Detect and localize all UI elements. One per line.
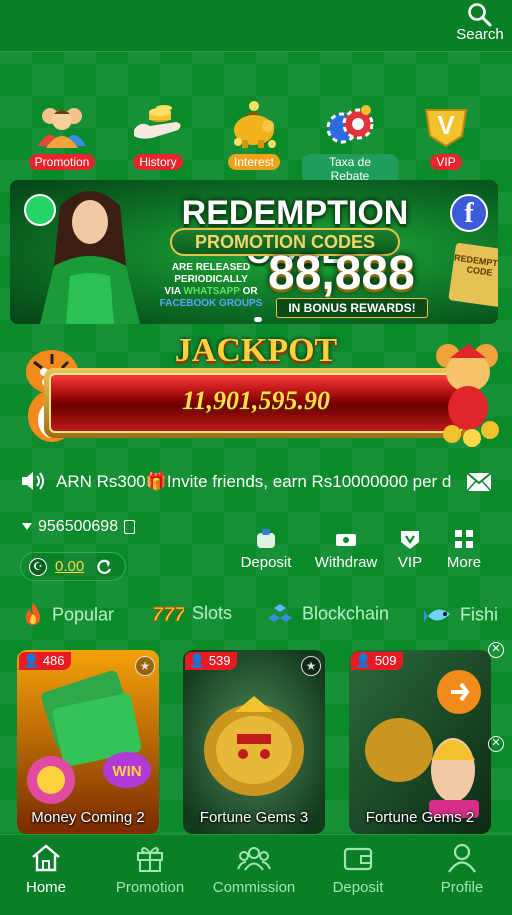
tab-blockchain[interactable]: Blockchain <box>266 602 389 632</box>
wallet-actions: Deposit Withdraw VIP More <box>232 528 512 578</box>
fire-icon <box>26 603 40 625</box>
close-icon[interactable]: ✕ <box>488 736 504 752</box>
chevron-down-icon <box>22 523 32 531</box>
favorite-star-icon[interactable]: ★ <box>135 656 155 676</box>
group-icon <box>237 847 271 871</box>
grid-icon <box>455 530 473 548</box>
close-icon[interactable]: ✕ <box>488 642 504 658</box>
action-label: VIP <box>397 554 423 571</box>
coins-hand-icon <box>134 105 181 139</box>
balance-pill: ☪ 0.00 <box>20 552 126 581</box>
user-icon: 👤 <box>23 653 40 668</box>
banner-description: ARE RELEASED PERIODICALLY VIA WHATSAPP O… <box>159 262 263 309</box>
quick-item-promotion[interactable]: Promotion <box>14 100 110 171</box>
player-count-badge: 👤 539 <box>185 652 237 670</box>
redemption-code-card: REDEMPTION CODE <box>448 242 498 308</box>
chips-icon <box>326 105 374 144</box>
tab-slots[interactable]: 777 Slots <box>152 602 232 632</box>
user-icon: 👤 <box>355 653 372 668</box>
currency-flag-icon: ☪ <box>29 558 47 576</box>
games-grid: WIN 👤 486 ★ Money Coming 2 👤 539 ★ Fortu… <box>0 642 512 834</box>
player-count-badge: 👤 509 <box>351 652 403 670</box>
top-bar: Search <box>0 0 512 52</box>
action-label: More <box>446 554 482 571</box>
action-label: Deposit <box>240 554 292 571</box>
wallet-icon <box>343 847 373 871</box>
announcement-marquee: ARN Rs300🎁Invite friends, earn Rs1000000… <box>0 462 512 502</box>
jackpot-panel: JACKPOT 11,901,595.90 <box>0 330 512 450</box>
speaker-icon <box>22 472 44 490</box>
banner-amount: 88,888 <box>268 247 415 300</box>
search-label: Search <box>456 26 504 43</box>
quick-item-interest[interactable]: Interest <box>206 100 302 171</box>
quick-item-label: Promotion <box>28 154 96 170</box>
nav-promotion[interactable]: Promotion <box>100 843 200 896</box>
cash-icon <box>336 534 356 546</box>
game-card[interactable]: WIN 👤 486 ★ Money Coming 2 <box>17 650 159 834</box>
game-name: Fortune Gems 3 <box>199 809 309 826</box>
vip-button[interactable]: VIP <box>390 528 430 571</box>
user-icon: 👤 <box>189 653 206 668</box>
quick-item-label: Interest <box>227 154 281 170</box>
nav-deposit[interactable]: Deposit <box>308 843 408 896</box>
svg-text:WIN: WIN <box>112 763 141 780</box>
jackpot-frame: 11,901,595.90 <box>44 368 468 438</box>
mouse-mascot-image <box>436 344 499 447</box>
deposit-button[interactable]: Deposit <box>232 528 300 571</box>
nav-home[interactable]: Home <box>0 843 96 896</box>
refresh-icon[interactable] <box>95 558 113 576</box>
withdraw-button[interactable]: Withdraw <box>310 528 382 571</box>
jackpot-title: JACKPOT <box>174 332 338 369</box>
wallet-icon <box>257 529 275 548</box>
jackpot-amount: 11,901,595.90 <box>49 373 463 433</box>
home-icon <box>32 844 60 872</box>
blocks-icon <box>268 604 292 622</box>
player-count-badge: 👤 486 <box>19 652 71 670</box>
quick-item-vip[interactable]: V VIP <box>398 100 494 171</box>
quick-item-rebate[interactable]: Taxa de Rebate <box>302 100 398 185</box>
mail-icon[interactable] <box>466 472 492 492</box>
tab-fishing[interactable]: Fishi <box>424 602 498 632</box>
bottom-navigation: Home Promotion Commission Deposit Profil… <box>0 834 512 915</box>
svg-text:V: V <box>437 110 455 140</box>
action-label: Withdraw <box>314 554 378 571</box>
account-id-row[interactable]: 956500698 <box>22 518 136 536</box>
marquee-text: ARN Rs300🎁Invite friends, earn Rs1000000… <box>56 472 452 491</box>
quick-menu: Promotion History Interest Taxa de Rebat… <box>0 100 512 184</box>
game-name: Money Coming 2 <box>31 809 145 826</box>
game-thumbnail: WIN <box>17 650 159 834</box>
facebook-icon: f <box>450 194 488 232</box>
game-card[interactable]: 👤 539 ★ Fortune Gems 3 <box>183 650 325 834</box>
more-button[interactable]: More <box>442 528 486 571</box>
search-button[interactable]: Search <box>454 2 506 43</box>
game-name: Fortune Gems 2 <box>365 809 475 826</box>
carousel-indicator[interactable] <box>254 309 262 327</box>
game-card[interactable]: 👤 509 Fortune Gems 2 <box>349 650 491 834</box>
person-icon <box>448 843 476 873</box>
nav-profile[interactable]: Profile <box>412 843 512 896</box>
quick-item-history[interactable]: History <box>110 100 206 171</box>
game-thumbnail <box>183 650 325 834</box>
vip-badge-icon: V <box>424 109 468 148</box>
account-id: 956500698 <box>38 518 119 535</box>
people-icon <box>38 108 86 148</box>
piggy-bank-icon <box>234 101 276 148</box>
gift-icon <box>137 847 163 872</box>
fish-icon <box>424 609 450 622</box>
banner-bonus: IN BONUS REWARDS! <box>276 298 428 318</box>
quick-item-label: History <box>133 154 183 170</box>
777-icon: 777 <box>152 604 184 625</box>
favorite-star-icon[interactable]: ★ <box>301 656 321 676</box>
search-icon <box>468 3 492 27</box>
game-thumbnail <box>349 650 491 834</box>
balance-amount[interactable]: 0.00 <box>55 558 84 575</box>
category-tabs: Popular 777 Slots Blockchain Fishi <box>0 598 512 636</box>
quick-item-label: VIP <box>430 154 462 170</box>
svg-text:777: 777 <box>152 604 184 624</box>
copy-icon[interactable] <box>124 519 136 534</box>
vip-icon <box>401 531 419 549</box>
promo-banner[interactable]: REDEMPTION CODE PROMOTION CODES ARE RELE… <box>10 180 498 324</box>
nav-commission[interactable]: Commission <box>204 843 304 896</box>
tab-popular[interactable]: Popular <box>22 602 114 632</box>
